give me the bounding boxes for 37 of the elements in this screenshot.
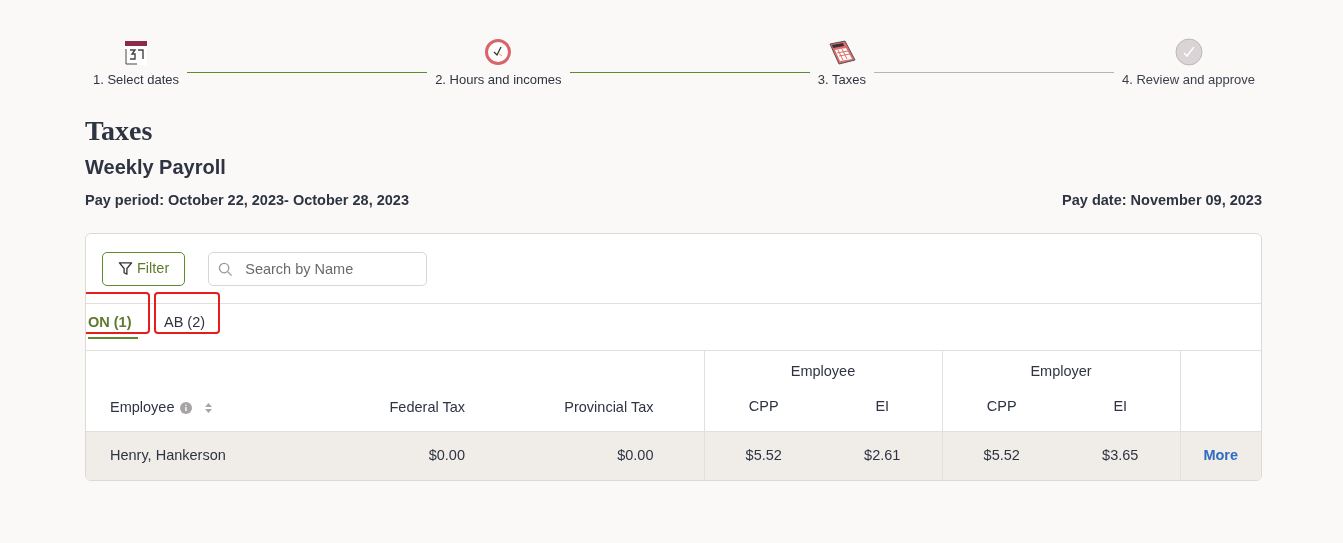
pay-period: Pay period: October 22, 2023- October 28, 2023 xyxy=(85,190,409,210)
tab[interactable]: AB (2) xyxy=(154,292,220,335)
column-header: Provincial Tax xyxy=(564,399,654,415)
step-label: 2. Hours and incomes xyxy=(435,71,562,89)
group-header: Employee xyxy=(790,363,856,380)
column-header: EI xyxy=(875,398,890,415)
info-icon xyxy=(180,401,193,414)
search-field[interactable]: Search by Name xyxy=(208,251,428,286)
column-header: EI xyxy=(1113,398,1128,415)
filter-button[interactable]: Filter xyxy=(102,251,186,286)
calculator-icon xyxy=(826,40,857,66)
more-link[interactable]: More xyxy=(1203,447,1239,464)
check-circle-icon xyxy=(1174,38,1203,66)
table-cell: $5.52 xyxy=(704,431,823,481)
column-header: CPP xyxy=(748,398,779,415)
clock-icon xyxy=(484,38,513,66)
column-header: Federal Tax xyxy=(389,399,465,415)
table-cell: Henry, Hankerson xyxy=(86,431,291,481)
sort-icon[interactable] xyxy=(204,401,214,414)
filter-icon xyxy=(118,261,133,277)
step-label: 1. Select dates xyxy=(93,71,179,89)
column-header: CPP xyxy=(986,398,1017,415)
table-cell: $5.52 xyxy=(942,431,1061,481)
column-header: Employee xyxy=(110,398,175,417)
step-label: 3. Taxes xyxy=(817,71,866,89)
group-header: Employer xyxy=(1030,363,1092,380)
search-icon xyxy=(218,261,234,277)
pay-date: Pay date: November 09, 2023 xyxy=(1062,190,1262,210)
calendar-icon xyxy=(123,40,149,66)
page-title: Taxes xyxy=(85,113,154,148)
table-cell: $2.61 xyxy=(823,431,942,481)
step-label: 4. Review and approve xyxy=(1122,71,1255,89)
table-cell: $0.00 xyxy=(481,431,704,481)
page-subtitle: Weekly Payroll xyxy=(85,154,227,180)
table-cell: $3.65 xyxy=(1061,431,1180,481)
table-cell: $0.00 xyxy=(291,431,481,481)
tab-underline xyxy=(88,337,138,340)
